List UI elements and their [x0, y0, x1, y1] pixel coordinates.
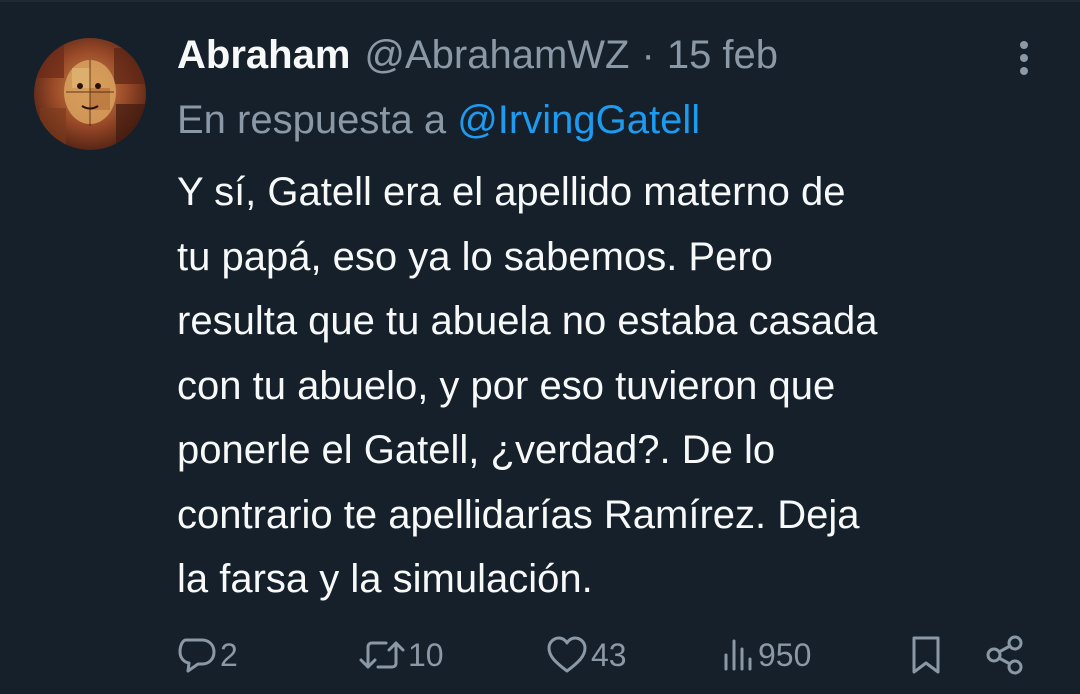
heart-icon	[547, 636, 587, 673]
avatar[interactable]	[34, 38, 146, 150]
reply-prefix: En respuesta a	[177, 98, 447, 142]
author-handle[interactable]: @AbrahamWZ	[364, 28, 629, 82]
top-divider	[0, 0, 1080, 2]
author-display-name[interactable]: Abraham	[177, 28, 350, 82]
reply-button[interactable]: 2	[176, 630, 238, 680]
like-button[interactable]: 43	[545, 630, 627, 680]
like-count: 43	[591, 636, 627, 673]
reply-context: En respuesta a @IrvingGatell	[177, 94, 700, 146]
tweet-header: Abraham @AbrahamWZ · 15 feb	[177, 28, 778, 82]
tweet-text-line: la farsa y la simulación.	[177, 557, 593, 601]
avatar-painting-icon	[34, 38, 146, 150]
bookmark-button[interactable]	[908, 630, 944, 680]
retweet-button[interactable]: 10	[358, 630, 444, 680]
tweet-text-line: tu papá, eso ya lo sabemos. Pero	[177, 234, 773, 279]
share-button[interactable]	[984, 630, 1026, 680]
reply-mention-link[interactable]: @IrvingGatell	[457, 98, 700, 142]
tweet-date[interactable]: 15 feb	[667, 28, 778, 82]
tweet-text-line: contrario te apellidarías Ramírez. Deja	[177, 492, 860, 537]
share-icon	[986, 635, 1023, 675]
views-icon	[724, 639, 752, 671]
views-count: 950	[758, 636, 812, 673]
header-separator: ·	[641, 33, 655, 77]
bookmark-icon	[912, 636, 940, 674]
views-button[interactable]: 950	[722, 630, 811, 680]
tweet-text-line: resulta que tu abuela no estaba casada	[177, 299, 878, 343]
tweet-actions: 2 10 43 950	[0, 630, 1080, 680]
retweet-count: 10	[408, 636, 444, 673]
tweet-text-line: ponerle el Gatell, ¿verdad?. De lo	[177, 428, 776, 472]
reply-icon	[178, 638, 216, 673]
tweet-text-line: Y sí, Gatell era el apellido materno de	[177, 170, 846, 214]
more-options-button[interactable]	[1004, 36, 1044, 80]
retweet-icon	[359, 641, 405, 669]
tweet-text: Y sí, Gatell era el apellido materno de …	[177, 160, 1067, 612]
reply-count: 2	[220, 636, 238, 673]
more-vertical-icon	[1020, 41, 1028, 75]
tweet-text-line: con tu abuelo, y por eso tuvieron que	[177, 363, 836, 408]
